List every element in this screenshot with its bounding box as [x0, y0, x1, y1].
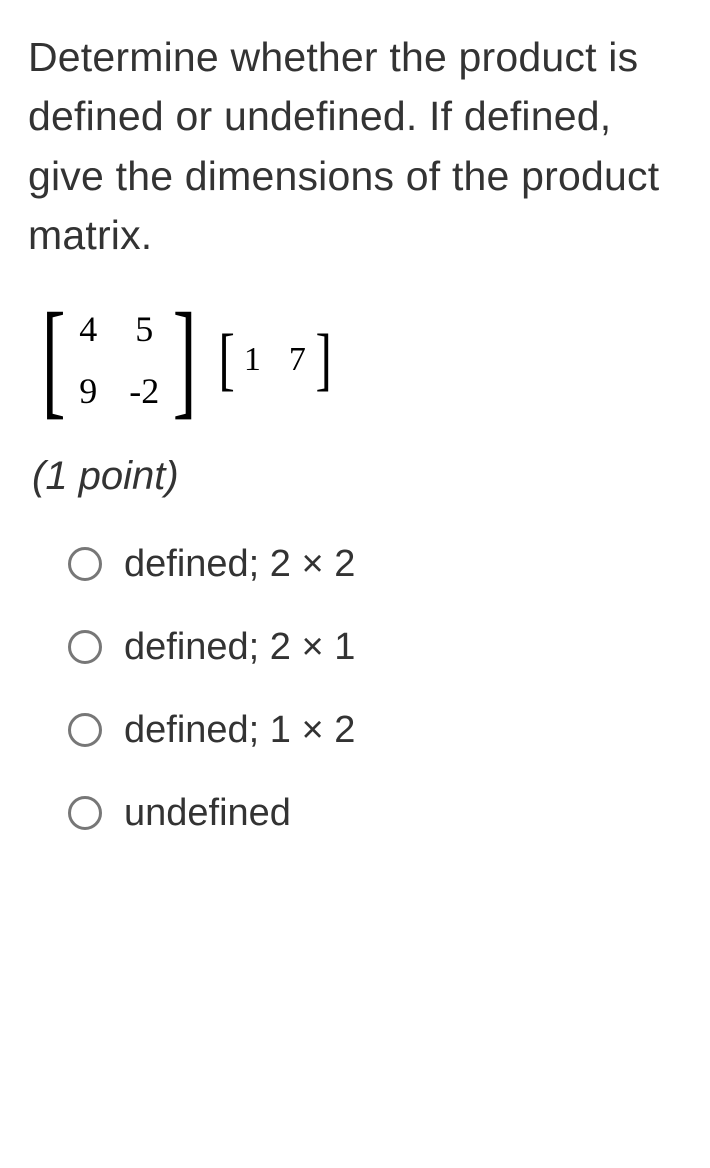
matrix-a-cell: 5 [135, 308, 153, 350]
option-0[interactable]: defined; 2 × 2 [68, 543, 686, 586]
matrix-b-cell: 7 [289, 341, 306, 379]
option-label: defined; 2 × 2 [124, 543, 355, 586]
right-bracket-icon: ] [173, 302, 197, 418]
matrix-a-cell: 4 [79, 308, 97, 350]
option-label: defined; 1 × 2 [124, 709, 355, 752]
left-bracket-icon: [ [218, 335, 234, 384]
matrix-a: [ 4 5 9 -2 ] [32, 302, 207, 418]
right-bracket-icon: ] [315, 335, 331, 384]
matrix-a-cell: -2 [129, 370, 159, 412]
option-label: undefined [124, 792, 291, 835]
matrix-expression: [ 4 5 9 -2 ] [ 1 7 ] [32, 302, 686, 418]
option-label: defined; 2 × 1 [124, 626, 355, 669]
options-list: defined; 2 × 2 defined; 2 × 1 defined; 1… [28, 543, 686, 835]
question-prompt: Determine whether the product is defined… [28, 28, 686, 266]
left-bracket-icon: [ [42, 302, 66, 418]
matrix-b-grid: 1 7 [238, 335, 312, 384]
radio-icon [68, 630, 102, 664]
radio-icon [68, 796, 102, 830]
matrix-a-grid: 4 5 9 -2 [75, 302, 163, 418]
radio-icon [68, 713, 102, 747]
radio-icon [68, 547, 102, 581]
matrix-b: [ 1 7 ] [215, 335, 336, 384]
question-container: Determine whether the product is defined… [0, 0, 710, 835]
option-3[interactable]: undefined [68, 792, 686, 835]
option-1[interactable]: defined; 2 × 1 [68, 626, 686, 669]
points-label: (1 point) [32, 454, 686, 499]
matrix-a-cell: 9 [79, 370, 97, 412]
matrix-b-cell: 1 [244, 341, 261, 379]
option-2[interactable]: defined; 1 × 2 [68, 709, 686, 752]
